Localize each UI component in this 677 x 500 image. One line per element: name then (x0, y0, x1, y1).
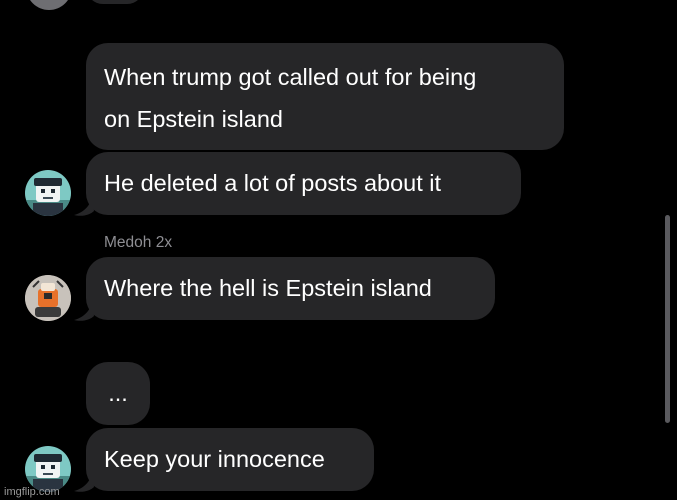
avatar[interactable] (25, 170, 71, 216)
bubble-partial-top (86, 0, 144, 4)
message-text: Where the hell is Epstein island (104, 275, 432, 301)
message-bubble[interactable]: Keep your innocence (86, 428, 374, 491)
message-text-line: on Epstein island (104, 106, 283, 132)
message-bubble[interactable]: When trump got called out for being on E… (86, 43, 564, 150)
avatar-partial-top (26, 0, 72, 10)
avatar[interactable] (25, 275, 71, 321)
message-text: Keep your innocence (104, 446, 325, 472)
watermark: imgflip.com (4, 486, 60, 498)
message-text-line: When trump got called out for being (104, 64, 477, 90)
bubble-tail (74, 197, 94, 216)
message-bubble[interactable]: Where the hell is Epstein island (86, 257, 495, 320)
message-text: ... (108, 380, 128, 406)
message-bubble[interactable]: He deleted a lot of posts about it (86, 152, 521, 215)
message-text: He deleted a lot of posts about it (104, 170, 442, 196)
scrollbar[interactable] (665, 215, 670, 423)
message-bubble[interactable]: ... (86, 362, 150, 425)
bubble-tail (74, 302, 94, 321)
bubble-tail (74, 473, 94, 492)
sender-name: Medoh 2x (104, 234, 173, 251)
